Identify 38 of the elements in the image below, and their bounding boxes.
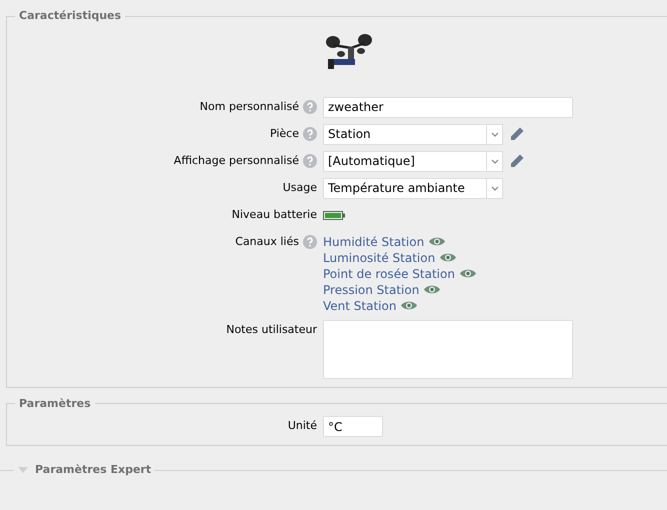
channel-link[interactable]: Vent Station	[323, 296, 396, 314]
eye-icon[interactable]	[400, 300, 418, 311]
channel-link[interactable]: Luminosité Station	[323, 248, 436, 266]
pencil-icon[interactable]	[509, 153, 525, 169]
dropdown[interactable]: Température ambiante	[323, 178, 503, 198]
dropdown[interactable]: [Automatique]	[323, 150, 503, 172]
field-label: Niveau batterie	[232, 206, 317, 223]
channel-link[interactable]: Humidité Station	[323, 232, 424, 250]
eye-icon[interactable]	[458, 268, 477, 279]
help-icon[interactable]	[303, 127, 317, 141]
field-label: Affichage personnalisé	[174, 152, 299, 169]
chevron-icon	[490, 186, 498, 190]
eye-icon[interactable]	[423, 284, 442, 295]
field-label: Canaux liés	[235, 234, 299, 250]
section-title: Paramètres	[18, 396, 92, 412]
eye-icon[interactable]	[428, 236, 446, 247]
notes-field[interactable]	[323, 320, 573, 378]
field-label: Usage	[282, 180, 317, 196]
anemometer-icon	[325, 32, 373, 70]
section-title[interactable]: Paramètres Expert	[32, 462, 154, 478]
eye-icon[interactable]	[439, 252, 458, 263]
chevron-icon	[490, 158, 498, 164]
field-label: Nom personnalisé	[200, 98, 299, 115]
field-label: Notes utilisateur	[226, 322, 317, 338]
chevron-icon	[490, 132, 498, 136]
field-label: Unité	[288, 418, 317, 434]
help-icon[interactable]	[303, 100, 317, 114]
section-title: Caractéristiques	[18, 8, 122, 24]
field-label: Pièce	[270, 126, 299, 142]
dropdown[interactable]: Station	[323, 124, 503, 144]
channel-link[interactable]: Pression Station	[323, 280, 420, 298]
help-icon[interactable]	[303, 235, 317, 249]
name-field[interactable]: zweather	[323, 96, 573, 118]
channel-link[interactable]: Point de rosée Station	[323, 264, 455, 282]
help-icon[interactable]	[303, 154, 317, 168]
pencil-icon[interactable]	[509, 126, 525, 142]
battery-icon	[323, 210, 345, 220]
unit-field[interactable]: °C	[323, 416, 383, 437]
